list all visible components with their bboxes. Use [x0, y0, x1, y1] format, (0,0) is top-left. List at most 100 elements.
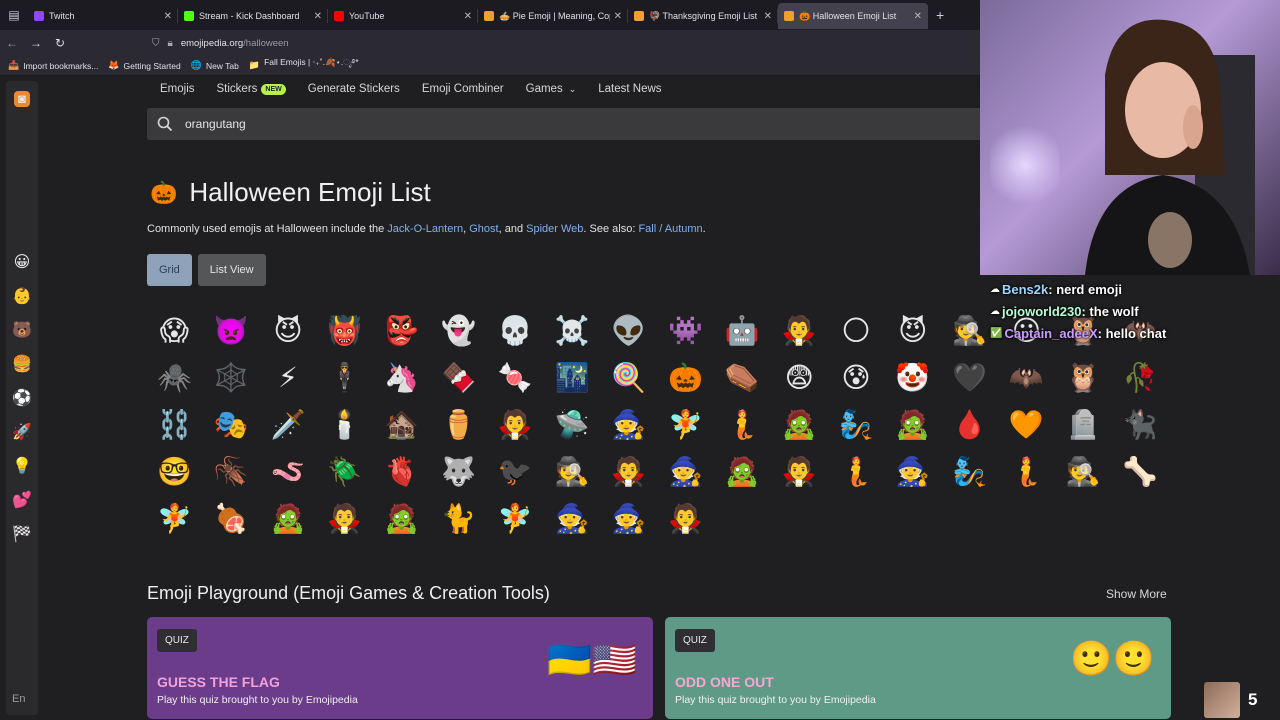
emoji-grid-item[interactable]: 🍭 — [600, 354, 657, 401]
link-ghost[interactable]: Ghost — [469, 223, 498, 235]
odd-one-out-card[interactable]: QUIZ 🙂🙂 ODD ONE OUT Play this quiz broug… — [665, 617, 1171, 719]
browser-tab[interactable]: Twitch ✕ — [28, 3, 178, 29]
emoji-grid-item[interactable]: 🕷️ — [146, 354, 203, 401]
category-icon[interactable]: 😀 — [10, 251, 34, 275]
emoji-grid-item[interactable]: 🧜 — [998, 448, 1055, 495]
emoji-grid-item[interactable]: 🤖 — [714, 307, 771, 354]
emoji-grid-item[interactable]: 👿 — [203, 307, 260, 354]
emoji-grid-item[interactable]: 🪦 — [1055, 401, 1112, 448]
emoji-grid-item[interactable]: 🌃 — [544, 354, 601, 401]
emoji-grid-item[interactable]: 🏚️ — [373, 401, 430, 448]
emoji-grid-item[interactable]: 🛸 — [544, 401, 601, 448]
emoji-grid-item[interactable]: 👺 — [373, 307, 430, 354]
browser-tab[interactable]: YouTube ✕ — [328, 3, 478, 29]
emoji-grid-item[interactable]: 🧞 — [828, 401, 885, 448]
search-bar[interactable] — [147, 108, 997, 140]
emoji-grid-item[interactable]: 👹 — [316, 307, 373, 354]
emoji-grid-item[interactable]: 🕯️ — [316, 401, 373, 448]
emoji-grid-item[interactable]: 🧛 — [600, 448, 657, 495]
emoji-grid-item[interactable]: ⚰️ — [714, 354, 771, 401]
emoji-grid-item[interactable]: 💀 — [487, 307, 544, 354]
emoji-grid-item[interactable]: 👾 — [657, 307, 714, 354]
browser-tab[interactable]: 🦃 Thanksgiving Emoji List ✕ — [628, 3, 778, 29]
emoji-grid-item[interactable]: 🎭 — [203, 401, 260, 448]
emoji-grid-item[interactable]: 🖤 — [941, 354, 998, 401]
grid-view-button[interactable]: Grid — [147, 254, 192, 286]
emoji-grid-item[interactable]: 🪳 — [203, 448, 260, 495]
emoji-grid-item[interactable]: 👽 — [600, 307, 657, 354]
emoji-grid-item[interactable]: 🍫 — [430, 354, 487, 401]
nav-stickers[interactable]: Stickers NEW — [217, 83, 286, 95]
show-more-link[interactable]: Show More — [1106, 587, 1167, 601]
category-icon[interactable]: 💡 — [10, 455, 34, 479]
list-view-button[interactable]: List View — [197, 254, 266, 286]
emoji-grid-item[interactable]: 🧚 — [146, 495, 203, 542]
category-icon[interactable]: 🍔 — [10, 353, 34, 377]
emoji-grid-item[interactable]: 🦄 — [373, 354, 430, 401]
emoji-grid-item[interactable]: 🧜 — [714, 401, 771, 448]
nav-latest-news[interactable]: Latest News — [598, 83, 661, 95]
emoji-grid-item[interactable]: 😨 — [771, 354, 828, 401]
emoji-grid-item[interactable]: 😰 — [828, 354, 885, 401]
emoji-grid-item[interactable]: 🧜 — [828, 448, 885, 495]
emoji-grid-item[interactable]: 😈 — [884, 307, 941, 354]
link-spider-web[interactable]: Spider Web — [526, 223, 583, 235]
emoji-grid-item[interactable]: 🐈‍⬛ — [1112, 401, 1169, 448]
bookmark-item[interactable]: 🦊 Getting Started — [108, 60, 180, 71]
category-icon[interactable]: 🏁 — [10, 523, 34, 547]
emoji-grid-item[interactable]: 🧛 — [771, 307, 828, 354]
emoji-grid-item[interactable]: 🧙 — [544, 495, 601, 542]
emoji-grid-item[interactable]: 🩸 — [941, 401, 998, 448]
emoji-grid-item[interactable]: 🧟 — [714, 448, 771, 495]
emoji-grid-item[interactable]: 🗡️ — [260, 401, 317, 448]
nav-emoji-combiner[interactable]: Emoji Combiner — [422, 83, 504, 95]
back-button[interactable]: ← — [0, 36, 24, 50]
bookmark-item[interactable]: 🌐 New Tab — [191, 60, 239, 71]
search-input[interactable] — [185, 117, 785, 131]
close-icon[interactable]: ✕ — [614, 11, 622, 22]
emoji-grid-item[interactable]: 😱 — [146, 307, 203, 354]
emoji-grid-item[interactable]: 🧟 — [260, 495, 317, 542]
category-icon[interactable]: ⚽ — [10, 387, 34, 411]
emoji-grid-item[interactable]: 🧚 — [657, 401, 714, 448]
emoji-grid-item[interactable]: 🍖 — [203, 495, 260, 542]
browser-tab[interactable]: Stream - Kick Dashboard ✕ — [178, 3, 328, 29]
emoji-grid-item[interactable]: 🥀 — [1112, 354, 1169, 401]
emoji-grid-item[interactable]: 🌕 — [828, 307, 885, 354]
close-icon[interactable]: ✕ — [764, 11, 772, 22]
close-icon[interactable]: ✕ — [314, 11, 322, 22]
category-icon[interactable]: 🐻 — [10, 319, 34, 343]
language-selector[interactable]: En — [12, 693, 25, 705]
emoji-grid-item[interactable]: 🐦‍⬛ — [487, 448, 544, 495]
emoji-grid-item[interactable]: 🦉 — [1055, 354, 1112, 401]
emoji-grid-item[interactable]: 👻 — [430, 307, 487, 354]
emojipedia-logo-icon[interactable]: ◙ — [14, 91, 30, 107]
emoji-grid-item[interactable]: 🧞 — [941, 448, 998, 495]
emoji-grid-item[interactable]: 🕸️ — [203, 354, 260, 401]
category-icon[interactable]: 🚀 — [10, 421, 34, 445]
emoji-grid-item[interactable]: 🧙 — [600, 495, 657, 542]
nav-emojis[interactable]: Emojis — [160, 83, 195, 95]
bookmark-item[interactable]: 📥 Import bookmarks... — [8, 60, 98, 71]
emoji-grid-item[interactable]: 🪲 — [316, 448, 373, 495]
emoji-grid-item[interactable]: 🧛 — [487, 401, 544, 448]
emoji-grid-item[interactable]: 🧛 — [657, 495, 714, 542]
forward-button[interactable]: → — [24, 36, 48, 50]
category-icon[interactable]: 👶 — [10, 285, 34, 309]
emoji-grid-item[interactable]: 😈 — [260, 307, 317, 354]
emoji-grid-item[interactable]: 🕴️ — [316, 354, 373, 401]
reload-button[interactable]: ↻ — [48, 36, 72, 50]
emoji-grid-item[interactable]: 🧟 — [771, 401, 828, 448]
browser-tab[interactable]: 🥧 Pie Emoji | Meaning, Copy A ✕ — [478, 3, 628, 29]
emoji-grid-item[interactable]: 🧛 — [316, 495, 373, 542]
emoji-grid-item[interactable]: 🧛 — [771, 448, 828, 495]
tab-list-icon[interactable]: ▤ — [0, 0, 28, 30]
close-icon[interactable]: ✕ — [464, 11, 472, 22]
emoji-grid-item[interactable]: 🤓 — [146, 448, 203, 495]
link-fall-autumn[interactable]: Fall / Autumn — [638, 223, 702, 235]
emoji-grid-item[interactable]: ☠️ — [544, 307, 601, 354]
emoji-grid-item[interactable]: 🦴 — [1112, 448, 1169, 495]
nav-games[interactable]: Games ⌄ — [526, 83, 577, 95]
emoji-grid-item[interactable]: 🕵️ — [544, 448, 601, 495]
emoji-grid-item[interactable]: 🧚 — [487, 495, 544, 542]
